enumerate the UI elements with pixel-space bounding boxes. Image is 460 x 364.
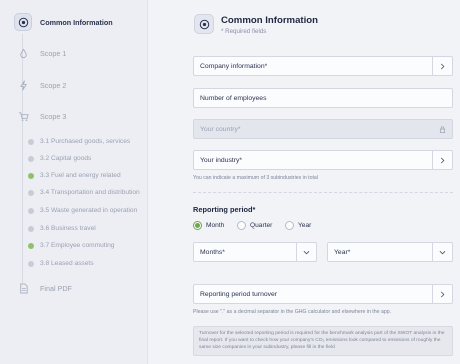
sub-label: 3.7 Employee commuting bbox=[40, 242, 115, 249]
industry-hint: You can indicate a maximum of 3 subindus… bbox=[193, 175, 318, 181]
step-scope-1[interactable]: Scope 1 bbox=[14, 44, 66, 62]
sidebar-subitem[interactable]: 3.2 Capital goods bbox=[28, 155, 91, 162]
radio-label: Quarter bbox=[250, 222, 273, 229]
sidebar-subitem[interactable]: 3.6 Business travel bbox=[28, 225, 96, 232]
radio-circle[interactable] bbox=[237, 221, 246, 230]
sub-label: 3.1 Purchased goods, services bbox=[40, 138, 131, 145]
decimal-separator-hint: Please use "." as a decimal separator in… bbox=[193, 309, 392, 315]
radio-label: Year bbox=[298, 222, 312, 229]
status-dot bbox=[28, 207, 34, 214]
status-dot-done bbox=[28, 172, 34, 179]
target-icon bbox=[194, 14, 214, 34]
cart-icon bbox=[14, 107, 32, 125]
status-dot bbox=[28, 260, 34, 267]
radio-circle[interactable] bbox=[285, 221, 294, 230]
employees-input[interactable]: Number of employees bbox=[193, 88, 453, 108]
step-label: Scope 3 bbox=[40, 111, 67, 121]
step-sidebar: Common Information Scope 1 Scope 2 Scope… bbox=[0, 0, 148, 364]
field-placeholder: Your country* bbox=[200, 125, 241, 133]
company-information-field[interactable]: Company information* bbox=[193, 56, 453, 76]
step-label: Scope 1 bbox=[40, 48, 67, 58]
app-window: Common Information Scope 1 Scope 2 Scope… bbox=[0, 0, 460, 364]
lock-icon bbox=[432, 120, 452, 138]
status-dot-done bbox=[28, 242, 34, 249]
target-icon bbox=[14, 13, 32, 31]
step-label: Common Information bbox=[40, 17, 113, 27]
lightning-icon bbox=[14, 76, 32, 94]
year-select[interactable]: Year* bbox=[327, 242, 453, 262]
step-final-pdf[interactable]: Final PDF bbox=[14, 279, 72, 297]
form-panel: Common Information * Required fields Com… bbox=[148, 0, 460, 364]
turnover-field[interactable]: Reporting period turnover bbox=[193, 284, 453, 304]
select-label: Months* bbox=[200, 248, 225, 256]
months-select[interactable]: Months* bbox=[193, 242, 317, 262]
sidebar-subitem[interactable]: 3.4 Transportation and distribution bbox=[28, 189, 140, 196]
sub-label: 3.5 Waste generated in operation bbox=[40, 207, 138, 214]
radio-year[interactable]: Year bbox=[285, 221, 311, 230]
reporting-period-title: Reporting period* bbox=[193, 205, 256, 214]
chevron-right-icon[interactable] bbox=[432, 57, 452, 75]
sidebar-subitem[interactable]: 3.1 Purchased goods, services bbox=[28, 138, 130, 145]
chevron-right-icon[interactable] bbox=[432, 285, 452, 303]
status-dot bbox=[28, 138, 34, 145]
radio-quarter[interactable]: Quarter bbox=[237, 221, 272, 230]
sidebar-subitem[interactable]: 3.8 Leased assets bbox=[28, 260, 94, 267]
sidebar-subitem[interactable]: 3.3 Fuel and energy related bbox=[28, 172, 121, 179]
sidebar-subitem[interactable]: 3.5 Waste generated in operation bbox=[28, 207, 137, 214]
sub-label: 3.6 Business travel bbox=[40, 225, 96, 232]
radio-label: Month bbox=[206, 222, 225, 229]
step-label: Final PDF bbox=[40, 283, 72, 293]
sub-label: 3.4 Transportation and distribution bbox=[40, 189, 140, 196]
field-label: Company information* bbox=[200, 62, 268, 70]
step-scope-3[interactable]: Scope 3 bbox=[14, 107, 66, 125]
section-divider bbox=[193, 192, 453, 193]
radio-month[interactable]: Month bbox=[193, 221, 224, 230]
field-label: Your industry* bbox=[200, 156, 243, 164]
country-input: Your country* bbox=[193, 119, 453, 139]
required-note: * Required fields bbox=[221, 28, 267, 35]
sub-label: 3.3 Fuel and energy related bbox=[40, 172, 121, 179]
step-connector-line bbox=[22, 34, 23, 284]
step-scope-2[interactable]: Scope 2 bbox=[14, 76, 66, 94]
page-title: Common Information bbox=[221, 15, 318, 26]
chevron-right-icon[interactable] bbox=[432, 151, 452, 169]
step-label: Scope 2 bbox=[40, 80, 67, 90]
document-icon bbox=[14, 279, 32, 297]
status-dot bbox=[28, 225, 34, 232]
radio-circle-selected[interactable] bbox=[193, 221, 202, 230]
sub-label: 3.8 Leased assets bbox=[40, 260, 94, 267]
select-label: Year* bbox=[334, 248, 351, 256]
status-dot bbox=[28, 155, 34, 162]
industry-field[interactable]: Your industry* bbox=[193, 150, 453, 170]
chevron-down-icon[interactable] bbox=[432, 243, 452, 261]
drop-icon bbox=[14, 44, 32, 62]
turnover-info-note: Turnover for the selected reporting peri… bbox=[193, 326, 453, 356]
field-label: Reporting period turnover bbox=[200, 290, 278, 298]
sidebar-subitem[interactable]: 3.7 Employee commuting bbox=[28, 242, 114, 249]
chevron-down-icon[interactable] bbox=[296, 243, 316, 261]
field-placeholder: Number of employees bbox=[200, 94, 267, 102]
status-dot bbox=[28, 189, 34, 196]
step-common-information[interactable]: Common Information bbox=[14, 13, 113, 31]
sub-label: 3.2 Capital goods bbox=[40, 155, 92, 162]
